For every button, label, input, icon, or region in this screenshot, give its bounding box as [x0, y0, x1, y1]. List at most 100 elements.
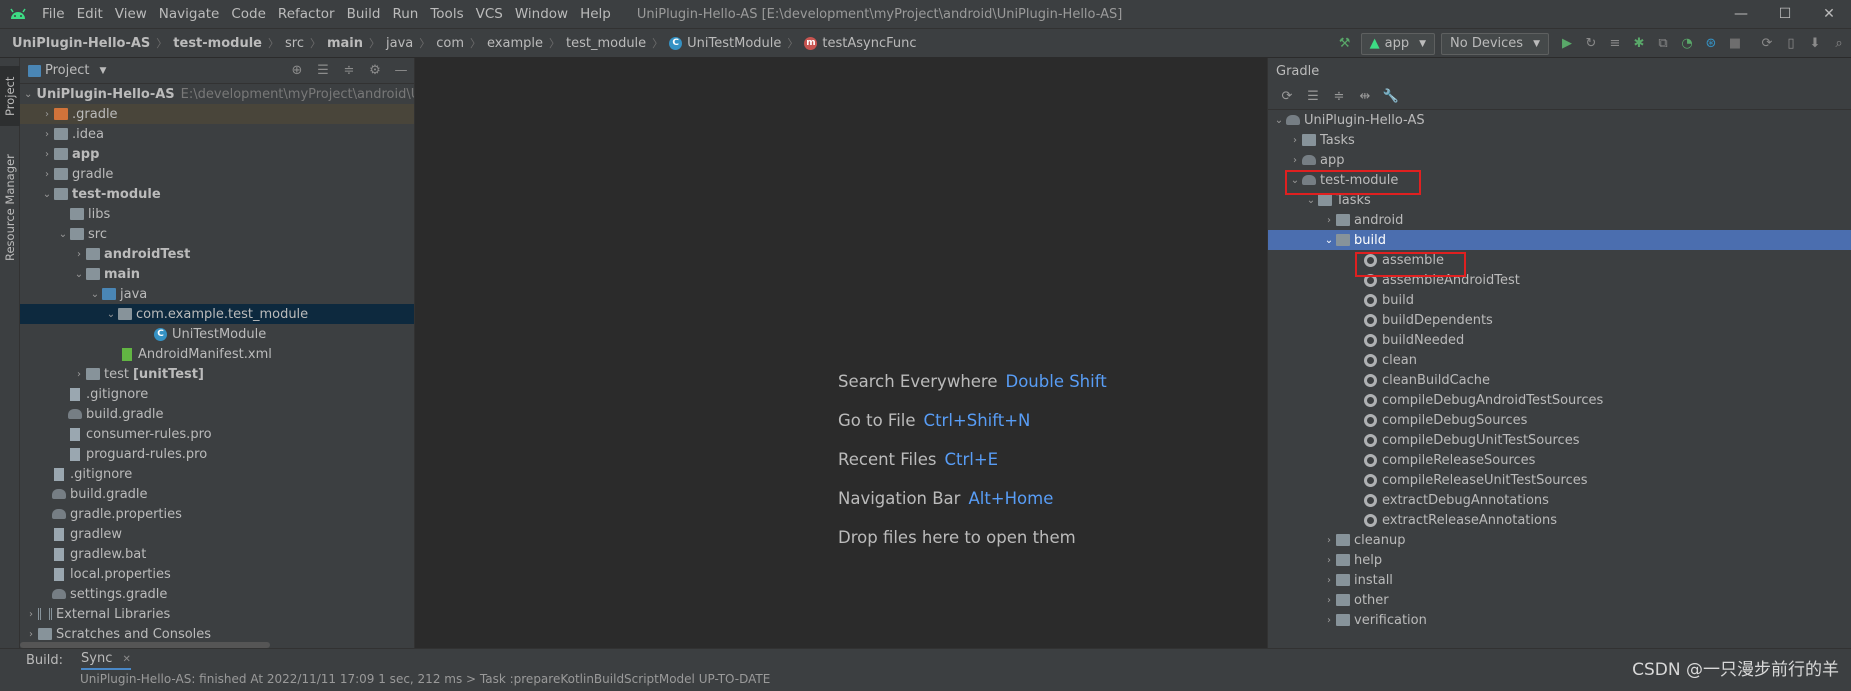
tab-sync[interactable]: Sync ✕: [81, 651, 131, 670]
gradle-row-verification[interactable]: › verification: [1268, 610, 1851, 630]
expand-all-icon[interactable]: ☰: [1300, 89, 1326, 104]
chevron-down-icon[interactable]: ⌄: [56, 229, 70, 240]
tree-row-src[interactable]: ⌄ src: [20, 224, 414, 244]
chevron-right-icon[interactable]: ›: [40, 129, 54, 140]
chevron-down-icon[interactable]: ⌄: [1322, 235, 1336, 246]
tree-row-local-properties[interactable]: local.properties: [20, 564, 414, 584]
close-icon[interactable]: ✕: [1807, 0, 1851, 29]
menu-vcs[interactable]: VCS: [470, 6, 509, 22]
gradle-row-root-tasks[interactable]: › Tasks: [1268, 130, 1851, 150]
sdk-manager-icon[interactable]: ⬇: [1803, 32, 1827, 56]
toggle-offline-icon[interactable]: ⇹: [1352, 89, 1378, 104]
gradle-row-app[interactable]: › app: [1268, 150, 1851, 170]
crumb-java[interactable]: java: [386, 36, 413, 51]
search-icon[interactable]: ⌕: [1827, 32, 1851, 56]
collapse-all-icon[interactable]: ≑: [1326, 89, 1352, 104]
chevron-right-icon[interactable]: ›: [40, 169, 54, 180]
chevron-right-icon[interactable]: ›: [1322, 555, 1336, 566]
tree-row-gitignore[interactable]: .gitignore: [20, 464, 414, 484]
tree-row-package[interactable]: ⌄ com.example.test_module: [20, 304, 414, 324]
menu-view[interactable]: View: [109, 6, 153, 22]
run-config-select[interactable]: ▲ app ▼: [1360, 32, 1436, 55]
menu-edit[interactable]: Edit: [71, 6, 109, 22]
debug-icon[interactable]: ✱: [1627, 32, 1651, 56]
gradle-task-compile-debug-android-test-sources[interactable]: compileDebugAndroidTestSources: [1268, 390, 1851, 410]
tree-row-settings-gradle[interactable]: settings.gradle: [20, 584, 414, 604]
chevron-right-icon[interactable]: ›: [1288, 135, 1302, 146]
gradle-task-compile-debug-unit-test-sources[interactable]: compileDebugUnitTestSources: [1268, 430, 1851, 450]
tree-row-proguard-rules[interactable]: proguard-rules.pro: [20, 444, 414, 464]
collapse-all-icon[interactable]: ≑: [336, 63, 362, 78]
tree-row-gradle[interactable]: › gradle: [20, 164, 414, 184]
resource-manager-tool-tab[interactable]: Resource Manager: [0, 138, 20, 278]
menu-refactor[interactable]: Refactor: [272, 6, 341, 22]
chevron-right-icon[interactable]: ›: [1322, 535, 1336, 546]
run-coverage-icon[interactable]: ⊛: [1699, 32, 1723, 56]
menu-help[interactable]: Help: [574, 6, 617, 22]
reload-gradle-icon[interactable]: ⟳: [1274, 89, 1300, 104]
sync-gradle-icon[interactable]: ⟳: [1755, 32, 1779, 56]
tree-row-build-gradle[interactable]: build.gradle: [20, 484, 414, 504]
tree-row-external-libraries[interactable]: › External Libraries: [20, 604, 414, 624]
apply-changes-icon[interactable]: ≡: [1603, 32, 1627, 56]
tree-row-test-module[interactable]: ⌄ test-module: [20, 184, 414, 204]
hide-icon[interactable]: —: [388, 63, 414, 78]
tree-row-build-gradle-module[interactable]: build.gradle: [20, 404, 414, 424]
tree-row-gradlew[interactable]: gradlew: [20, 524, 414, 544]
menu-build[interactable]: Build: [341, 6, 387, 22]
chevron-right-icon[interactable]: ›: [24, 609, 38, 620]
attach-debugger-icon[interactable]: ⧉: [1651, 32, 1675, 56]
tree-row-gradle-properties[interactable]: gradle.properties: [20, 504, 414, 524]
minimize-icon[interactable]: —: [1719, 0, 1763, 29]
gradle-task-compile-release-sources[interactable]: compileReleaseSources: [1268, 450, 1851, 470]
hammer-icon[interactable]: ⚒: [1333, 32, 1357, 56]
maximize-icon[interactable]: ☐: [1763, 0, 1807, 29]
menu-window[interactable]: Window: [509, 6, 574, 22]
gradle-task-compile-release-unit-test-sources[interactable]: compileReleaseUnitTestSources: [1268, 470, 1851, 490]
menu-file[interactable]: File: [36, 6, 71, 22]
tree-row-java[interactable]: ⌄ java: [20, 284, 414, 304]
chevron-down-icon[interactable]: ⌄: [72, 269, 86, 280]
crumb-example[interactable]: example: [487, 36, 543, 51]
chevron-down-icon[interactable]: ⌄: [1304, 195, 1318, 206]
gradle-task-build-dependents[interactable]: buildDependents: [1268, 310, 1851, 330]
chevron-right-icon[interactable]: ›: [40, 109, 54, 120]
tree-row-androidtest[interactable]: › androidTest: [20, 244, 414, 264]
gradle-row-root[interactable]: ⌄ UniPlugin-Hello-AS: [1268, 110, 1851, 130]
crumb-main[interactable]: main: [327, 36, 363, 51]
gradle-task-clean-build-cache[interactable]: cleanBuildCache: [1268, 370, 1851, 390]
gradle-task-clean[interactable]: clean: [1268, 350, 1851, 370]
gradle-task-build[interactable]: build: [1268, 290, 1851, 310]
profile-icon[interactable]: ◔: [1675, 32, 1699, 56]
tree-row-class[interactable]: C UniTestModule: [20, 324, 414, 344]
crumb-class[interactable]: UniTestModule: [687, 36, 781, 51]
tree-row-gradle-dir[interactable]: › .gradle: [20, 104, 414, 124]
gradle-row-install[interactable]: › install: [1268, 570, 1851, 590]
gradle-row-build-group[interactable]: ⌄ build: [1268, 230, 1851, 250]
rerun-icon[interactable]: ↻: [1579, 32, 1603, 56]
tree-row-consumer-rules[interactable]: consumer-rules.pro: [20, 424, 414, 444]
tree-row-gitignore-module[interactable]: .gitignore: [20, 384, 414, 404]
chevron-right-icon[interactable]: ›: [72, 249, 86, 260]
chevron-down-icon[interactable]: ▼: [99, 66, 106, 76]
menu-tools[interactable]: Tools: [424, 6, 469, 22]
chevron-down-icon[interactable]: ⌄: [1272, 115, 1286, 126]
chevron-right-icon[interactable]: ›: [1322, 595, 1336, 606]
chevron-right-icon[interactable]: ›: [40, 149, 54, 160]
gradle-row-help[interactable]: › help: [1268, 550, 1851, 570]
gradle-row-android[interactable]: › android: [1268, 210, 1851, 230]
menu-run[interactable]: Run: [386, 6, 424, 22]
crumb-module[interactable]: test-module: [173, 36, 262, 51]
chevron-right-icon[interactable]: ›: [1322, 215, 1336, 226]
run-icon[interactable]: ▶: [1555, 32, 1579, 56]
chevron-right-icon[interactable]: ›: [1288, 155, 1302, 166]
chevron-down-icon[interactable]: ⌄: [24, 89, 32, 100]
tree-row-main[interactable]: ⌄ main: [20, 264, 414, 284]
chevron-right-icon[interactable]: ›: [24, 629, 38, 640]
gear-icon[interactable]: ⚙: [362, 63, 388, 78]
gradle-row-cleanup[interactable]: › cleanup: [1268, 530, 1851, 550]
chevron-right-icon[interactable]: ›: [72, 369, 86, 380]
crumb-com[interactable]: com: [436, 36, 464, 51]
expand-all-icon[interactable]: ☰: [310, 63, 336, 78]
tree-row-libs[interactable]: libs: [20, 204, 414, 224]
